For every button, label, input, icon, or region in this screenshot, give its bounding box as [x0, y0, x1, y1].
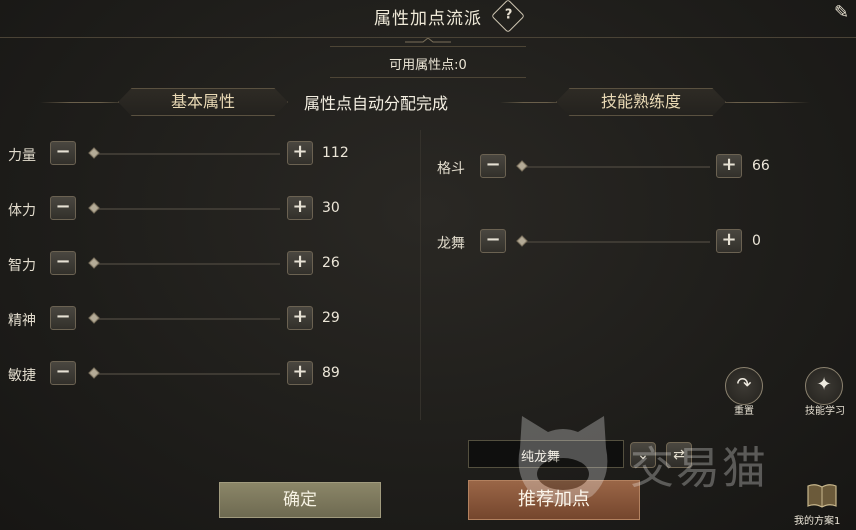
tab-skill-proficiency[interactable]: 技能熟练度: [556, 88, 726, 116]
confirm-button[interactable]: 确定: [219, 482, 381, 518]
attribute-value: 30: [322, 200, 340, 216]
watermark-logo-icon: [518, 416, 608, 504]
minus-button[interactable]: −: [50, 361, 76, 385]
reset-icon: ↷: [736, 374, 752, 395]
minus-button[interactable]: −: [50, 306, 76, 330]
window-title: 属性加点流派: [374, 9, 482, 29]
book-icon[interactable]: [806, 480, 838, 510]
plus-button[interactable]: +: [287, 196, 313, 220]
available-points-text: 可用属性点:0: [389, 58, 467, 73]
slider-handle[interactable]: [88, 367, 100, 379]
my-scheme-label: 我的方案1: [794, 516, 841, 527]
plus-button[interactable]: +: [287, 361, 313, 385]
slider-handle[interactable]: [88, 312, 100, 324]
divider: [40, 102, 130, 103]
attribute-value: 29: [322, 310, 340, 326]
attribute-value: 89: [322, 365, 340, 381]
tab-basic-attributes[interactable]: 基本属性: [118, 88, 288, 116]
slider-handle[interactable]: [88, 202, 100, 214]
reset-button[interactable]: ↷: [725, 367, 763, 405]
slider-track[interactable]: [94, 153, 280, 155]
skill-learn-label: 技能学习: [805, 406, 845, 417]
skill-value: 66: [752, 158, 770, 174]
minus-button[interactable]: −: [50, 251, 76, 275]
slider-track[interactable]: [94, 373, 280, 375]
attribute-label: 力量: [8, 148, 36, 164]
minus-button[interactable]: −: [50, 141, 76, 165]
column-divider: [420, 130, 421, 420]
minus-button[interactable]: −: [480, 229, 506, 253]
slider-handle[interactable]: [88, 257, 100, 269]
watermark-text: 交易猫: [630, 443, 768, 494]
slider-track[interactable]: [94, 263, 280, 265]
skill-label: 龙舞: [437, 236, 465, 252]
skill-learn-button[interactable]: ✦: [805, 367, 843, 405]
auto-assign-message: 属性点自动分配完成: [304, 94, 449, 113]
skill-label: 格斗: [437, 161, 465, 177]
attribute-value: 112: [322, 145, 349, 161]
attribute-value: 26: [322, 255, 340, 271]
slider-track[interactable]: [522, 241, 710, 243]
attribute-label: 精神: [8, 313, 36, 329]
plus-button[interactable]: +: [287, 306, 313, 330]
minus-button[interactable]: −: [480, 154, 506, 178]
slider-handle[interactable]: [88, 147, 100, 159]
slider-track[interactable]: [522, 166, 710, 168]
plus-button[interactable]: +: [287, 251, 313, 275]
available-points-box: 可用属性点:0: [330, 46, 526, 78]
close-icon[interactable]: ✎: [834, 2, 849, 23]
reset-label: 重置: [734, 406, 754, 417]
plus-button[interactable]: +: [716, 229, 742, 253]
ornament-icon: [405, 38, 451, 43]
plus-button[interactable]: +: [287, 141, 313, 165]
title-bar: 属性加点流派 ? ✎: [0, 0, 856, 38]
plus-button[interactable]: +: [716, 154, 742, 178]
attribute-label: 体力: [8, 203, 36, 219]
flame-icon: ✦: [816, 374, 832, 395]
attribute-label: 敏捷: [8, 368, 36, 384]
skill-point-panel: 属性加点流派 ? ✎ 可用属性点:0 基本属性 属性点自动分配完成 技能熟练度 …: [0, 0, 856, 530]
slider-handle[interactable]: [516, 160, 528, 172]
minus-button[interactable]: −: [50, 196, 76, 220]
attribute-label: 智力: [8, 258, 36, 274]
slider-track[interactable]: [94, 208, 280, 210]
skill-value: 0: [752, 233, 761, 249]
slider-handle[interactable]: [516, 235, 528, 247]
slider-track[interactable]: [94, 318, 280, 320]
